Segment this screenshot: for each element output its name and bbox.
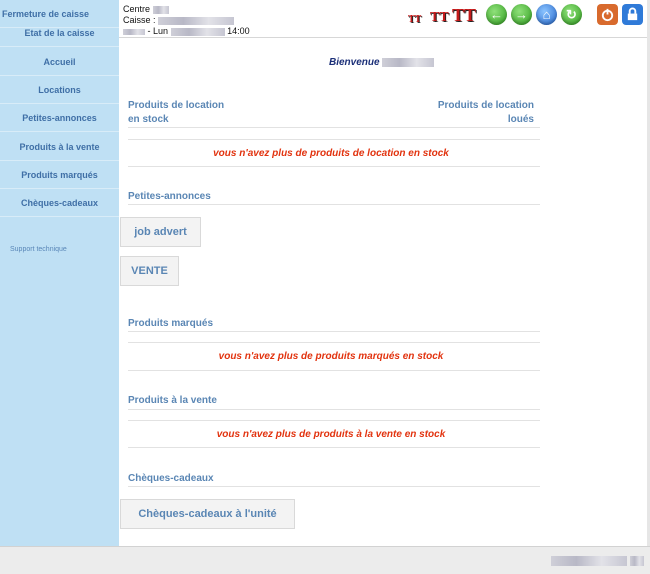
location-empty-message: vous n'avez plus de produits de location… bbox=[213, 148, 449, 159]
cheques-cadeaux-title: Chèques-cadeaux bbox=[128, 473, 214, 484]
redacted-text bbox=[170, 27, 225, 36]
status-bar bbox=[0, 546, 650, 574]
header-bar: Centre Caisse : - Lun 14:00 TT TT TT ← →… bbox=[119, 0, 647, 38]
sidebar-item-cheques-cadeaux[interactable]: Chèques-cadeaux bbox=[0, 189, 119, 217]
welcome-message: Bienvenue bbox=[329, 57, 435, 68]
redacted-text bbox=[630, 556, 644, 566]
support-link[interactable]: Support technique bbox=[10, 246, 67, 253]
back-arrow-icon[interactable]: ← bbox=[486, 4, 507, 25]
caisse-label: Caisse : bbox=[123, 15, 156, 25]
stock-left-line2: en stock bbox=[128, 114, 169, 125]
divider bbox=[128, 331, 540, 332]
divider bbox=[128, 127, 540, 128]
app-window: Fermeture de caisse Etat de la caisse Ac… bbox=[0, 0, 650, 574]
centre-info: Centre bbox=[123, 4, 169, 14]
sidebar-item-petites-annonces[interactable]: Petites-annonces bbox=[0, 104, 119, 132]
redacted-text bbox=[123, 28, 145, 35]
divider bbox=[128, 486, 540, 487]
sidebar-item-label: Petites-annonces bbox=[22, 112, 97, 123]
lock-icon[interactable] bbox=[622, 4, 643, 25]
caisse-info: Caisse : bbox=[123, 15, 235, 25]
tt-large-icon[interactable]: TT bbox=[452, 5, 476, 26]
refresh-icon[interactable]: ↻ bbox=[561, 4, 582, 25]
divider bbox=[128, 409, 540, 410]
time-label: 14:00 bbox=[227, 26, 250, 36]
divider bbox=[128, 166, 540, 167]
divider bbox=[128, 139, 540, 140]
job-advert-button[interactable]: job advert bbox=[120, 217, 201, 247]
home-icon[interactable]: ⌂ bbox=[536, 4, 557, 25]
stock-rented-heading: Produits de location loués bbox=[438, 99, 534, 127]
tt-medium-icon[interactable]: TT bbox=[430, 10, 449, 26]
vente-empty-message: vous n'avez plus de produits à la vente … bbox=[216, 429, 446, 440]
sidebar-item-accueil[interactable]: Accueil bbox=[0, 48, 119, 76]
divider bbox=[128, 204, 540, 205]
tt-small-icon[interactable]: TT bbox=[408, 14, 421, 25]
date-prefix: - Lun bbox=[147, 26, 169, 36]
redacted-text bbox=[152, 5, 169, 14]
main-content: Bienvenue Produits de location en stock … bbox=[119, 39, 647, 546]
redacted-text bbox=[382, 57, 435, 67]
marques-empty-message: vous n'avez plus de produits marqués en … bbox=[218, 351, 444, 362]
sidebar-item-label: Chèques-cadeaux bbox=[20, 197, 99, 208]
petites-annonces-title: Petites-annonces bbox=[128, 191, 211, 202]
divider bbox=[128, 420, 540, 421]
sidebar-item-locations[interactable]: Locations bbox=[0, 76, 119, 104]
sidebar-item-label: Produits marqués bbox=[21, 169, 98, 180]
centre-label: Centre bbox=[123, 4, 151, 14]
sidebar-item-label: Locations bbox=[38, 84, 81, 95]
sidebar-item-label: Produits à la vente bbox=[19, 141, 100, 152]
power-icon[interactable] bbox=[597, 4, 618, 25]
sidebar-item-label: Accueil bbox=[43, 56, 76, 67]
sidebar-item-produits-marques[interactable]: Produits marqués bbox=[0, 161, 119, 189]
divider bbox=[128, 370, 540, 371]
stock-left-line1: Produits de location bbox=[128, 100, 225, 111]
stock-right-line1: Produits de location bbox=[437, 100, 534, 111]
welcome-text: Bienvenue bbox=[329, 57, 380, 68]
vente-button[interactable]: VENTE bbox=[120, 256, 179, 286]
divider bbox=[128, 447, 540, 448]
power-glyph bbox=[601, 8, 614, 22]
sidebar-item-label: Etat de la caisse bbox=[24, 27, 95, 38]
redacted-text bbox=[551, 556, 627, 566]
sidebar-item-label: Fermeture de caisse bbox=[2, 8, 90, 19]
stock-right-line2: loués bbox=[507, 114, 534, 125]
redacted-text bbox=[158, 16, 235, 25]
produits-vente-title: Produits à la vente bbox=[128, 395, 217, 406]
sidebar-item-produits-vente[interactable]: Produits à la vente bbox=[0, 133, 119, 161]
sidebar-item-etat-caisse[interactable]: Etat de la caisse bbox=[0, 19, 119, 47]
stock-available-heading: Produits de location en stock bbox=[128, 99, 224, 127]
cheques-unite-button[interactable]: Chèques-cadeaux à l'unité bbox=[120, 499, 295, 529]
divider bbox=[128, 342, 540, 343]
lock-glyph bbox=[627, 7, 638, 21]
date-info: - Lun 14:00 bbox=[123, 26, 250, 36]
sidebar: Fermeture de caisse Etat de la caisse Ac… bbox=[0, 0, 119, 546]
forward-arrow-icon[interactable]: → bbox=[511, 4, 532, 25]
produits-marques-title: Produits marqués bbox=[128, 318, 214, 329]
